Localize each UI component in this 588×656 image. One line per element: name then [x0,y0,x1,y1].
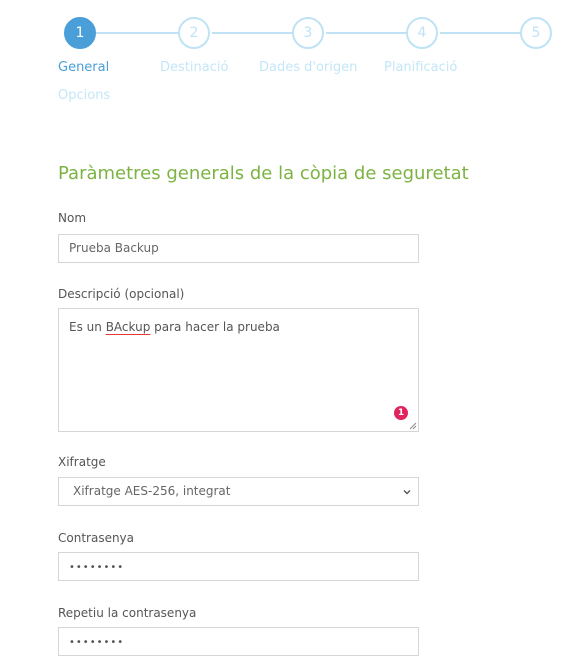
step-1-indicator[interactable]: 1 [64,17,96,49]
password-input[interactable]: •••••••• [58,552,419,581]
encryption-select[interactable]: Xifratge AES-256, integrat [58,477,419,506]
repeat-password-masked-value: •••••••• [69,637,125,648]
step-connector [440,32,522,34]
spellcheck-badge[interactable]: 1 [394,406,408,420]
description-text-post: para hacer la prueba [150,320,280,334]
step-3-indicator[interactable]: 3 [292,17,324,49]
step-5-indicator[interactable]: 5 [520,17,552,49]
step-4-label[interactable]: Planificació [384,60,457,75]
step-5-label[interactable]: Opcions [58,88,110,103]
description-label: Descripció (opcional) [58,287,185,301]
encryption-label: Xifratge [58,455,106,469]
name-input[interactable]: Prueba Backup [58,234,419,263]
step-2-indicator[interactable]: 2 [178,17,210,49]
step-connector [326,32,408,34]
step-4-indicator[interactable]: 4 [406,17,438,49]
step-connector [96,32,180,34]
repeat-password-input[interactable]: •••••••• [58,627,419,656]
encryption-selected-value: Xifratge AES-256, integrat [73,484,231,498]
resize-handle-icon[interactable] [409,422,417,430]
name-label: Nom [58,211,87,225]
step-3-label[interactable]: Dades d'origen [259,60,357,75]
password-label: Contrasenya [58,531,135,545]
password-masked-value: •••••••• [69,562,125,573]
step-1-label[interactable]: General [58,60,109,75]
description-text-pre: Es un [69,320,106,334]
misspelled-word[interactable]: BAckup [106,320,151,334]
step-2-label[interactable]: Destinació [160,60,228,75]
wizard-stepper: 1 2 3 4 5 General Destinació Dades d'ori… [0,0,588,110]
chevron-down-icon [403,490,411,495]
form-title: Paràmetres generals de la còpia de segur… [58,163,469,184]
repeat-password-label: Repetiu la contrasenya [58,606,197,620]
description-textarea[interactable]: Es un BAckup para hacer la prueba 1 [58,308,419,432]
step-connector [212,32,294,34]
